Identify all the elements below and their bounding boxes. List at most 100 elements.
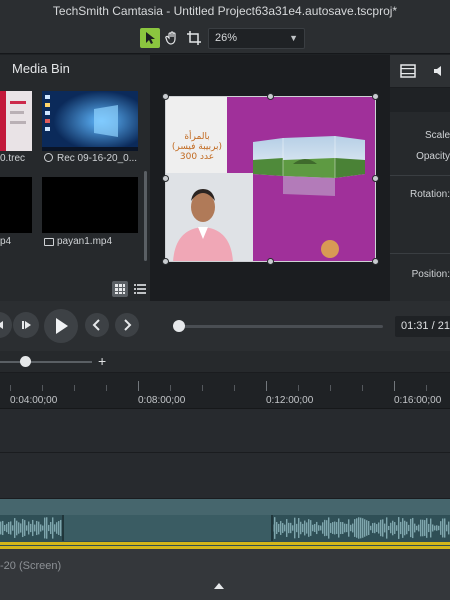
grid-view-icon — [115, 284, 125, 294]
media-thumbnail[interactable] — [0, 91, 32, 151]
previous-marker-button[interactable] — [85, 313, 109, 337]
timeline-zoom-slider[interactable] — [0, 361, 92, 363]
film-icon — [400, 64, 416, 78]
step-back-button[interactable] — [0, 312, 12, 338]
next-marker-button[interactable] — [115, 313, 139, 337]
scrub-handle[interactable] — [173, 320, 186, 332]
step-forward-button[interactable] — [13, 312, 39, 338]
media-thumbnail[interactable] — [42, 177, 138, 233]
crop-tool-button[interactable] — [184, 28, 204, 48]
audio-clip[interactable] — [0, 499, 450, 546]
timeline-track[interactable] — [0, 453, 450, 499]
list-view-icon — [134, 284, 146, 294]
ruler-tick — [74, 385, 75, 391]
properties-subheader — [390, 88, 450, 112]
resize-handle[interactable] — [267, 258, 274, 265]
video-icon — [44, 238, 54, 246]
clip-edge — [62, 515, 64, 541]
record-icon — [44, 153, 53, 162]
ruler-tick — [394, 381, 395, 391]
opacity-label: Opacity — [416, 151, 450, 162]
crop-icon — [187, 31, 201, 45]
time-display: 01:31 / 21:1 — [395, 316, 450, 337]
pointer-tool-button[interactable] — [140, 28, 160, 48]
canvas-area: بالمرأة (بربيبة فيسر) عدد 300 — [150, 55, 390, 301]
step-forward-icon — [22, 321, 31, 329]
scrub-bar[interactable] — [175, 325, 383, 328]
screen-recording-track[interactable]: -20 (Screen) — [0, 546, 450, 600]
playhead-marker-icon[interactable] — [214, 583, 224, 589]
ruler-tick — [202, 385, 203, 391]
clip-edge — [271, 515, 273, 541]
media-thumbnail[interactable] — [0, 177, 32, 233]
step-back-icon — [0, 321, 3, 329]
visual-properties-tab[interactable] — [400, 64, 416, 78]
ruler-tick — [362, 385, 363, 391]
track-topline — [0, 546, 450, 549]
media-thumbnail[interactable] — [42, 91, 138, 151]
divider — [390, 253, 450, 254]
chevron-down-icon: ▼ — [289, 33, 298, 43]
list-view-button[interactable] — [132, 281, 148, 297]
window-title: TechSmith Camtasia - Untitled Project63a… — [0, 0, 450, 22]
ruler-tick — [42, 385, 43, 391]
rotation-label: Rotation: — [409, 189, 450, 200]
ruler-label: 0:08:00;00 — [138, 395, 186, 406]
position-label: Position: — [411, 269, 450, 280]
ruler-tick — [426, 385, 427, 391]
audio-clip-header — [0, 499, 450, 515]
chevron-left-icon — [92, 319, 100, 331]
properties-panel: Scale Opacity Rotation: Position: — [390, 55, 450, 301]
resize-handle[interactable] — [162, 258, 169, 265]
grid-view-button[interactable] — [112, 281, 128, 297]
canvas-preview[interactable]: بالمرأة (بربيبة فيسر) عدد 300 — [165, 96, 376, 262]
media-item-label: payan1.mp4 — [57, 236, 113, 247]
selection-box — [165, 96, 376, 262]
ruler-tick — [298, 385, 299, 391]
speaker-icon — [434, 66, 441, 76]
timeline-zoom-handle[interactable] — [20, 356, 31, 367]
canvas-toolbar: 26% ▼ — [0, 22, 450, 54]
timeline-track[interactable] — [0, 409, 450, 453]
ruler-tick — [266, 381, 267, 391]
resize-handle[interactable] — [372, 258, 379, 265]
ruler-tick — [138, 381, 139, 391]
resize-handle[interactable] — [372, 93, 379, 100]
zoom-level-value: 26% — [215, 32, 238, 44]
scale-label: Scale — [424, 130, 450, 141]
chevron-right-icon — [124, 319, 132, 331]
screen-clip-label: -20 (Screen) — [0, 560, 62, 572]
zoom-level-select[interactable]: 26% ▼ — [208, 28, 305, 49]
media-item-label: 0.trec — [0, 153, 26, 164]
ruler-tick — [10, 385, 11, 391]
zoom-in-button[interactable]: + — [98, 353, 106, 369]
audio-clip-underline — [0, 542, 450, 545]
desktop-preview-image — [42, 91, 138, 151]
ruler-label: 0:16:00;00 — [394, 395, 442, 406]
play-button[interactable] — [44, 309, 78, 343]
media-bin-scrollbar[interactable] — [144, 171, 147, 261]
ruler-label: 0:12:00;00 — [266, 395, 314, 406]
hand-pan-icon — [165, 31, 176, 45]
audio-silence-region — [62, 515, 272, 541]
resize-handle[interactable] — [267, 93, 274, 100]
media-item-label: p4 — [0, 236, 12, 247]
media-item-label: Rec 09-16-20_0... — [57, 153, 137, 164]
resize-handle[interactable] — [162, 93, 169, 100]
properties-tabs — [390, 55, 450, 88]
timeline-zoom-bar: - + — [0, 351, 450, 373]
timeline-ruler[interactable]: 0:04:00;00 0:08:00;00 0:12:00;00 0:16:00… — [0, 373, 450, 409]
playback-controls: 01:31 / 21:1 — [0, 301, 450, 351]
pan-tool-button[interactable] — [162, 28, 182, 48]
ruler-tick — [330, 385, 331, 391]
audio-properties-tab[interactable] — [432, 64, 448, 78]
media-bin-header: Media Bin — [0, 55, 150, 83]
ruler-tick — [234, 385, 235, 391]
resize-handle[interactable] — [372, 175, 379, 182]
play-icon — [56, 318, 68, 334]
ruler-tick — [170, 385, 171, 391]
divider — [390, 175, 450, 176]
resize-handle[interactable] — [162, 175, 169, 182]
ruler-label: 0:04:00;00 — [10, 395, 58, 406]
media-bin-panel: 0.trec Rec 09-16-20_0... p4 payan1.mp4 — [0, 83, 150, 301]
